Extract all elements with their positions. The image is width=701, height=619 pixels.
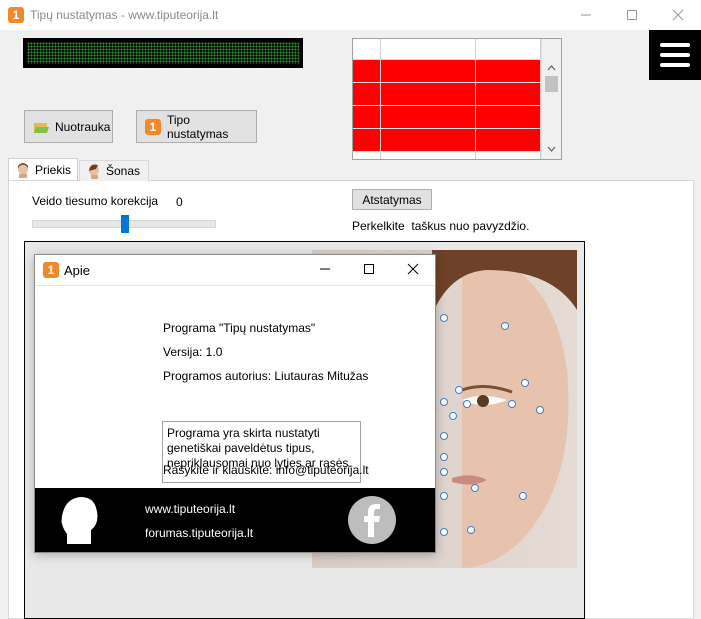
facebook-icon[interactable] [347, 495, 397, 545]
face-point[interactable] [467, 526, 475, 534]
face-point[interactable] [501, 322, 509, 330]
face-point[interactable] [536, 406, 544, 414]
menu-button[interactable] [649, 30, 701, 80]
tab-front-label: Priekis [34, 162, 71, 177]
folder-open-icon [34, 122, 49, 133]
grid-header [353, 39, 541, 60]
about-author: Programos autorius: Liutauras Mitužas [163, 369, 369, 383]
close-icon [672, 9, 684, 21]
maximize-button[interactable] [609, 0, 655, 30]
face-point[interactable] [440, 453, 448, 461]
face-point[interactable] [440, 468, 448, 476]
about-contact: Rašykite ir klauskite: info@tiputeorija.… [163, 463, 369, 477]
correction-value: 0 [176, 195, 183, 209]
led-display [23, 38, 303, 68]
minimize-button[interactable] [563, 0, 609, 30]
face-point[interactable] [455, 386, 463, 394]
tab-side[interactable]: Šonas [79, 160, 149, 181]
detect-type-button-label: Tipo nustatymas [167, 112, 229, 141]
about-dialog: 1 Apie Programa "Tipų nustatymas" Versij… [34, 254, 436, 553]
title-bar: 1 Tipų nustatymas - www.tiputeorija.lt [0, 0, 701, 30]
face-point[interactable] [440, 432, 448, 440]
website-link[interactable]: www.tiputeorija.lt [145, 502, 235, 516]
face-front-icon [18, 162, 28, 178]
photo-button-label: Nuotrauka [55, 119, 111, 134]
about-version: Versija: 1.0 [163, 345, 223, 359]
about-close-button[interactable] [391, 255, 435, 283]
face-point[interactable] [440, 528, 448, 536]
maximize-icon [364, 264, 374, 274]
head-silhouette-icon [61, 497, 98, 544]
detect-type-button[interactable]: 1 Tipo nustatymas [136, 110, 257, 143]
face-profile-icon [89, 164, 99, 179]
tab-side-label: Šonas [106, 164, 141, 178]
forum-link[interactable]: forumas.tiputeorija.lt [145, 526, 253, 540]
app-logo-icon: 1 [145, 118, 161, 135]
face-point[interactable] [440, 492, 448, 500]
scrollbar-arrows-icon [545, 65, 558, 152]
window-title: Tipų nustatymas - www.tiputeorija.lt [30, 8, 219, 22]
photo-button[interactable]: Nuotrauka [24, 110, 113, 143]
app-icon: 1 [8, 7, 24, 23]
face-point[interactable] [508, 400, 516, 408]
about-program: Programa "Tipų nustatymas" [163, 321, 316, 335]
face-point[interactable] [449, 412, 457, 420]
grid-scrollbar[interactable] [541, 39, 561, 159]
correction-label: Veido tiesumo korekcija [32, 194, 159, 208]
reset-button-label: Atstatymas [362, 192, 422, 207]
face-point[interactable] [471, 484, 479, 492]
instruction-text: Perkelkite taškus nuo pavyzdžio. [352, 219, 530, 233]
close-icon [407, 263, 419, 275]
about-minimize-button[interactable] [303, 255, 347, 283]
face-point[interactable] [519, 492, 527, 500]
grid-row[interactable] [353, 129, 541, 152]
minimize-icon [581, 14, 591, 16]
close-button[interactable] [655, 0, 701, 30]
face-point[interactable] [440, 398, 448, 406]
maximize-icon [627, 10, 637, 20]
grid-row[interactable] [353, 106, 541, 129]
minimize-icon [320, 268, 330, 270]
correction-slider-thumb[interactable] [121, 215, 129, 233]
about-dialog-footer: www.tiputeorija.lt forumas.tiputeorija.l… [35, 488, 435, 552]
face-point[interactable] [521, 379, 529, 387]
result-grid[interactable] [352, 38, 562, 160]
about-dialog-body: Programa "Tipų nustatymas" Versija: 1.0 … [35, 285, 435, 489]
about-maximize-button[interactable] [347, 255, 391, 283]
grid-row[interactable] [353, 60, 541, 83]
about-dialog-title: Apie [64, 263, 91, 278]
reset-button[interactable]: Atstatymas [352, 189, 432, 210]
tab-front[interactable]: Priekis [8, 158, 78, 180]
grid-row[interactable] [353, 83, 541, 106]
face-point[interactable] [440, 314, 448, 322]
about-dialog-title-bar: 1 Apie [35, 255, 435, 285]
app-logo-icon: 1 [43, 262, 59, 278]
face-point[interactable] [463, 400, 471, 408]
